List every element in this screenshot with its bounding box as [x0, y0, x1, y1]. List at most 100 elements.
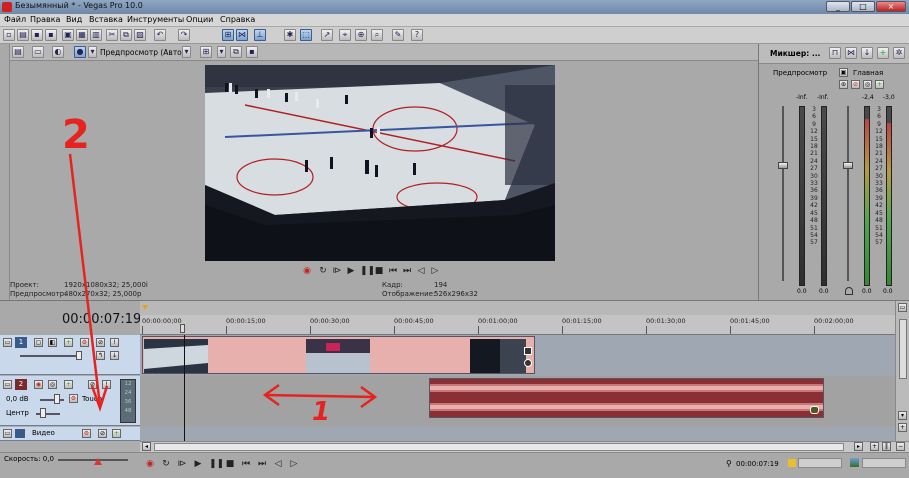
mixer-downmix-icon[interactable]: ⋈ — [845, 47, 857, 59]
record-icon[interactable]: ◉ — [302, 266, 312, 276]
record-arm-icon[interactable]: ◉ — [34, 380, 43, 389]
menu-edit[interactable]: Правка — [30, 15, 60, 24]
speed-slider-thumb[interactable] — [94, 458, 102, 465]
menu-options[interactable]: Опции — [186, 15, 213, 24]
pan-slider-thumb[interactable] — [40, 408, 46, 418]
play-from-start-icon[interactable]: ⧐ — [177, 459, 187, 469]
play-from-start-icon[interactable]: ⧐ — [332, 266, 342, 276]
event-fx-icon[interactable] — [810, 406, 819, 414]
menu-help[interactable]: Справка — [220, 15, 255, 24]
track-fx-icon[interactable]: + — [112, 429, 121, 438]
pause-icon[interactable]: ❚❚ — [209, 459, 224, 469]
close-button[interactable]: × — [876, 1, 906, 12]
invert-phase-icon[interactable]: ◎ — [48, 380, 57, 389]
scroll-down-icon[interactable]: ▾ — [898, 411, 907, 420]
vertical-scroll-thumb[interactable] — [899, 319, 907, 379]
timeline-vertical-scrollbar[interactable]: ▭ ▾ + — [895, 301, 909, 441]
play-icon[interactable]: ▶ — [346, 266, 356, 276]
mixer-properties-icon[interactable]: ⊓ — [829, 47, 841, 59]
auto-crossfade-icon[interactable]: ⋈ — [236, 29, 248, 41]
stop-icon[interactable]: ■ — [374, 266, 384, 276]
normal-edit-tool-icon[interactable]: ⬚ — [300, 29, 312, 41]
selection-field[interactable] — [798, 458, 842, 468]
zoom-in-vertical-icon[interactable]: + — [898, 423, 907, 432]
track-collapse-icon[interactable]: ▭ — [3, 338, 12, 347]
timeline-horizontal-scrollbar[interactable]: ◂ ▸ + ‖ − — [140, 441, 909, 452]
preview-fx-icon[interactable]: ● — [74, 46, 86, 58]
main-fader-knob[interactable] — [843, 162, 853, 169]
go-to-start-icon[interactable]: ⏮ — [241, 459, 251, 469]
previous-frame-icon[interactable]: ◁ — [273, 459, 283, 469]
paste-icon[interactable]: ▨ — [134, 29, 146, 41]
selection-length-field[interactable] — [862, 458, 906, 468]
chevron-down-icon[interactable]: ▾ — [217, 46, 226, 58]
save-as-icon[interactable]: ▪ — [45, 29, 57, 41]
play-icon[interactable]: ▶ — [193, 459, 203, 469]
preview-properties-icon[interactable]: ▤ — [12, 46, 24, 58]
record-icon[interactable]: ◉ — [145, 459, 155, 469]
previous-frame-icon[interactable]: ◁ — [416, 266, 426, 276]
magnify-icon[interactable]: ⌕ — [371, 29, 383, 41]
go-to-start-icon[interactable]: ⏮ — [388, 266, 398, 276]
zoom-out-vertical-icon[interactable]: ▭ — [898, 303, 907, 312]
whats-this-help-icon[interactable]: ? — [411, 29, 423, 41]
audio-clip[interactable] — [429, 378, 824, 418]
enable-snapping-icon[interactable]: ⊞ — [222, 29, 234, 41]
chevron-down-icon[interactable]: ▾ — [182, 46, 191, 58]
preview-quality-dropdown[interactable]: Предпросмотр (Авто) — [100, 48, 185, 57]
envelope-tool-icon[interactable]: ↗ — [321, 29, 333, 41]
loop-icon[interactable]: ↻ — [318, 266, 328, 276]
scroll-left-icon[interactable]: ◂ — [142, 442, 151, 451]
scroll-right-icon[interactable]: ▸ — [854, 442, 863, 451]
new-project-icon[interactable]: ▫ — [3, 29, 15, 41]
master-fx-icon[interactable]: ⊛ — [839, 80, 848, 89]
menu-view[interactable]: Вид — [66, 15, 82, 24]
mixer-add-bus-icon[interactable]: + — [877, 47, 889, 59]
marker-icon[interactable] — [142, 305, 148, 310]
zoom-in-icon[interactable]: + — [870, 442, 879, 451]
track-collapse-icon[interactable]: ▭ — [3, 429, 12, 438]
properties-icon[interactable]: ▦ — [76, 29, 88, 41]
master-routing-icon[interactable]: + — [875, 80, 884, 89]
copy-icon[interactable]: ⧉ — [120, 29, 132, 41]
maximize-button[interactable]: □ — [851, 1, 875, 12]
track-3-header[interactable]: ▭ Видео ⚙ ⊘ + — [0, 427, 140, 441]
video-clip[interactable] — [142, 336, 535, 374]
go-to-end-icon[interactable]: ⏭ — [402, 266, 412, 276]
cut-icon[interactable]: ✂ — [106, 29, 118, 41]
time-ruler[interactable]: 00:00:00;00 00:00:15;00 00:00:30;00 00:0… — [140, 315, 895, 335]
selection-tool-icon[interactable]: ⌖ — [339, 29, 351, 41]
chevron-down-icon[interactable]: ▾ — [88, 46, 97, 58]
bus-fx-icon[interactable]: ⚙ — [82, 429, 91, 438]
pause-icon[interactable]: ❚❚ — [360, 266, 375, 276]
save-snapshot-icon[interactable]: ▪ — [246, 46, 258, 58]
track-motion-icon[interactable]: ▢ — [34, 338, 43, 347]
loop-icon[interactable]: ↻ — [161, 459, 171, 469]
zoom-fit-icon[interactable]: ‖ — [882, 442, 891, 451]
edit-icon[interactable]: ✎ — [392, 29, 404, 41]
zoom-out-icon[interactable]: − — [896, 442, 905, 451]
minimize-button[interactable]: _ — [826, 1, 850, 12]
mixer-insert-fx-icon[interactable]: ✲ — [893, 47, 905, 59]
external-monitor-icon[interactable]: ▭ — [32, 46, 44, 58]
tracks-area[interactable] — [140, 335, 895, 441]
undo-history-icon[interactable]: ▥ — [90, 29, 102, 41]
master-properties-icon[interactable]: ▣ — [839, 68, 848, 77]
lock-icon[interactable] — [845, 287, 853, 295]
next-frame-icon[interactable]: ▷ — [289, 459, 299, 469]
menu-insert[interactable]: Вставка — [89, 15, 123, 24]
redo-icon[interactable]: ↷ — [178, 29, 190, 41]
copy-snapshot-icon[interactable]: ⧉ — [230, 46, 242, 58]
track-collapse-icon[interactable]: ▭ — [3, 380, 12, 389]
split-screen-icon[interactable]: ◐ — [52, 46, 64, 58]
horizontal-scroll-thumb[interactable] — [154, 443, 844, 451]
marker-bar[interactable] — [140, 301, 895, 315]
playhead-handle[interactable] — [180, 324, 185, 333]
render-icon[interactable]: ▣ — [62, 29, 74, 41]
stop-icon[interactable]: ■ — [225, 459, 235, 469]
go-to-end-icon[interactable]: ⏭ — [257, 459, 267, 469]
composite-mode-icon[interactable]: ◧ — [48, 338, 57, 347]
next-frame-icon[interactable]: ▷ — [430, 266, 440, 276]
mute-icon[interactable]: ⊘ — [98, 429, 107, 438]
undo-icon[interactable]: ↶ — [154, 29, 166, 41]
